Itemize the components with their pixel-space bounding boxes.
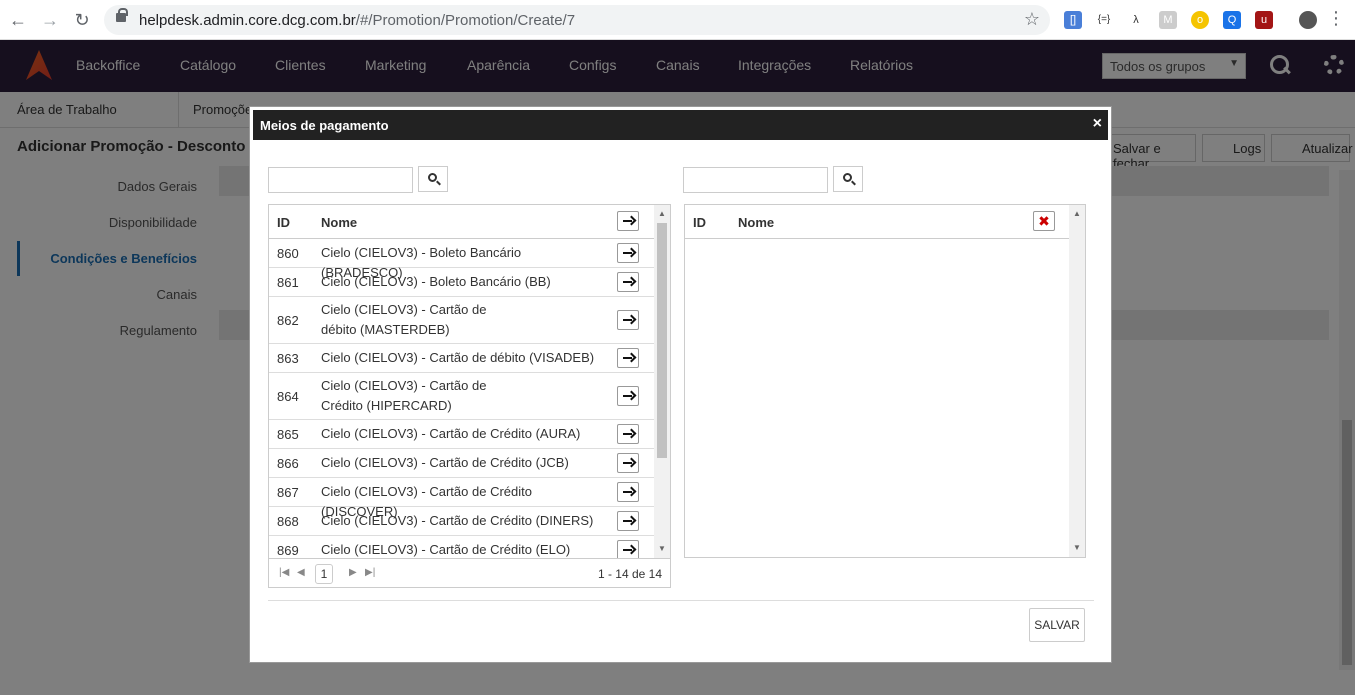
table-row[interactable]: 867 Cielo (CIELOV3) - Cartão de Crédito … bbox=[269, 478, 654, 519]
back-icon[interactable]: ← bbox=[8, 10, 28, 30]
address-bar[interactable]: helpdesk.admin.core.dcg.com.br/#/Promoti… bbox=[104, 5, 1050, 35]
table-row[interactable]: 862 Cielo (CIELOV3) - Cartão de débito (… bbox=[269, 297, 654, 344]
avatar[interactable] bbox=[1299, 11, 1317, 29]
row-id: 861 bbox=[277, 275, 299, 290]
column-header-id[interactable]: ID bbox=[277, 215, 290, 230]
row-name: Cielo (CIELOV3) - Boleto Bancário (BB) bbox=[321, 274, 551, 289]
forward-icon[interactable]: → bbox=[40, 10, 60, 30]
remove-all-button[interactable]: ✖ bbox=[1033, 211, 1055, 231]
row-name: Cielo (CIELOV3) - Cartão de Crédito (ELO… bbox=[321, 542, 571, 557]
add-item-button[interactable] bbox=[617, 310, 639, 330]
table-row[interactable]: 865 Cielo (CIELOV3) - Cartão de Crédito … bbox=[269, 420, 654, 449]
save-button[interactable]: SALVAR bbox=[1029, 608, 1085, 642]
last-page-icon[interactable]: ▶| bbox=[365, 567, 375, 578]
add-item-button[interactable] bbox=[617, 540, 639, 560]
selected-payment-grid: ID Nome ✖ ▲ ▼ bbox=[684, 204, 1086, 558]
selected-search-input[interactable] bbox=[683, 167, 828, 193]
scrollbar-thumb[interactable] bbox=[657, 223, 667, 458]
add-item-button[interactable] bbox=[617, 453, 639, 473]
json-extension-icon[interactable]: {=} bbox=[1095, 11, 1113, 29]
search-icon bbox=[843, 173, 852, 182]
row-id: 864 bbox=[277, 389, 299, 404]
add-item-button[interactable] bbox=[617, 243, 639, 263]
available-search-input[interactable] bbox=[268, 167, 413, 193]
modal-divider bbox=[268, 600, 1094, 601]
first-page-icon[interactable]: |◀ bbox=[279, 567, 289, 578]
column-header-name[interactable]: Nome bbox=[321, 215, 357, 230]
extension-icon[interactable]: u bbox=[1255, 11, 1273, 29]
add-item-button[interactable] bbox=[617, 272, 639, 292]
page-number[interactable]: 1 bbox=[315, 564, 333, 584]
menu-icon[interactable]: ⋮ bbox=[1327, 8, 1345, 29]
scroll-down-icon[interactable]: ▼ bbox=[1073, 543, 1081, 552]
row-id: 866 bbox=[277, 456, 299, 471]
row-id: 860 bbox=[277, 246, 299, 261]
lock-icon bbox=[116, 8, 128, 22]
row-name: Cielo (CIELOV3) - Cartão de Crédito (JCB… bbox=[321, 455, 569, 470]
close-icon: ✖ bbox=[1038, 213, 1050, 229]
available-search-button[interactable] bbox=[418, 166, 448, 192]
table-row[interactable]: 860 Cielo (CIELOV3) - Boleto Bancário (B… bbox=[269, 239, 654, 280]
row-name: Cielo (CIELOV3) - Cartão de Crédito (AUR… bbox=[321, 426, 581, 441]
table-row[interactable]: 863 Cielo (CIELOV3) - Cartão de débito (… bbox=[269, 344, 654, 373]
prev-page-icon[interactable]: ◀ bbox=[297, 567, 305, 578]
scroll-down-icon[interactable]: ▼ bbox=[658, 544, 666, 553]
row-id: 862 bbox=[277, 313, 299, 328]
extension-icon[interactable]: Q bbox=[1223, 11, 1241, 29]
url-text: helpdesk.admin.core.dcg.com.br/#/Promoti… bbox=[139, 12, 576, 29]
row-id: 867 bbox=[277, 485, 299, 500]
column-header-id[interactable]: ID bbox=[693, 215, 706, 230]
row-id: 868 bbox=[277, 514, 299, 529]
available-payment-grid: ID Nome 860 Cielo (CIELOV3) - Boleto Ban… bbox=[268, 204, 671, 588]
grid-pager: |◀ ◀ 1 ▶ ▶| 1 - 14 de 14 bbox=[269, 558, 670, 587]
selected-search-button[interactable] bbox=[833, 166, 863, 192]
table-row[interactable]: 861 Cielo (CIELOV3) - Boleto Bancário (B… bbox=[269, 268, 654, 297]
grid-scrollbar[interactable]: ▲ ▼ bbox=[1069, 205, 1085, 557]
table-row[interactable]: 864 Cielo (CIELOV3) - Cartão de Crédito … bbox=[269, 373, 654, 420]
row-id: 863 bbox=[277, 351, 299, 366]
close-icon[interactable]: × bbox=[1093, 116, 1102, 132]
add-item-button[interactable] bbox=[617, 424, 639, 444]
add-item-button[interactable] bbox=[617, 511, 639, 531]
add-item-button[interactable] bbox=[617, 386, 639, 406]
scroll-up-icon[interactable]: ▲ bbox=[1073, 209, 1081, 218]
row-id: 869 bbox=[277, 543, 299, 558]
row-name: Cielo (CIELOV3) - Cartão de débito (MAST… bbox=[321, 302, 487, 337]
grid-scrollbar[interactable]: ▲ ▼ bbox=[654, 205, 670, 558]
extension-icon[interactable]: o bbox=[1191, 11, 1209, 29]
table-row[interactable]: 866 Cielo (CIELOV3) - Cartão de Crédito … bbox=[269, 449, 654, 478]
search-icon bbox=[428, 173, 437, 182]
grid-header: ID Nome ✖ bbox=[685, 205, 1069, 239]
pager-info: 1 - 14 de 14 bbox=[597, 567, 662, 581]
extension-icon[interactable]: [] bbox=[1064, 11, 1082, 29]
row-name: Cielo (CIELOV3) - Cartão de Crédito (DIN… bbox=[321, 513, 594, 528]
extension-icon[interactable]: λ bbox=[1127, 11, 1145, 29]
add-item-button[interactable] bbox=[617, 348, 639, 368]
row-id: 865 bbox=[277, 427, 299, 442]
modal-title: Meios de pagamento bbox=[260, 118, 389, 133]
modal-header: Meios de pagamento × bbox=[250, 107, 1111, 143]
next-page-icon[interactable]: ▶ bbox=[349, 567, 357, 578]
table-row[interactable]: 868 Cielo (CIELOV3) - Cartão de Crédito … bbox=[269, 507, 654, 536]
browser-toolbar: ← → ↻ helpdesk.admin.core.dcg.com.br/#/P… bbox=[0, 0, 1355, 40]
grid-header: ID Nome bbox=[269, 205, 654, 239]
scroll-up-icon[interactable]: ▲ bbox=[658, 209, 666, 218]
extension-icon[interactable]: M bbox=[1159, 11, 1177, 29]
row-name: Cielo (CIELOV3) - Cartão de débito (VISA… bbox=[321, 350, 595, 365]
column-header-name[interactable]: Nome bbox=[738, 215, 774, 230]
reload-icon[interactable]: ↻ bbox=[72, 10, 92, 30]
bookmark-star-icon[interactable]: ☆ bbox=[1024, 9, 1040, 30]
payment-methods-modal: Meios de pagamento × ID Nome 860 Cielo (… bbox=[249, 106, 1112, 663]
row-name: Cielo (CIELOV3) - Cartão de Crédito (HIP… bbox=[321, 378, 487, 413]
add-item-button[interactable] bbox=[617, 482, 639, 502]
add-all-button[interactable] bbox=[617, 211, 639, 231]
